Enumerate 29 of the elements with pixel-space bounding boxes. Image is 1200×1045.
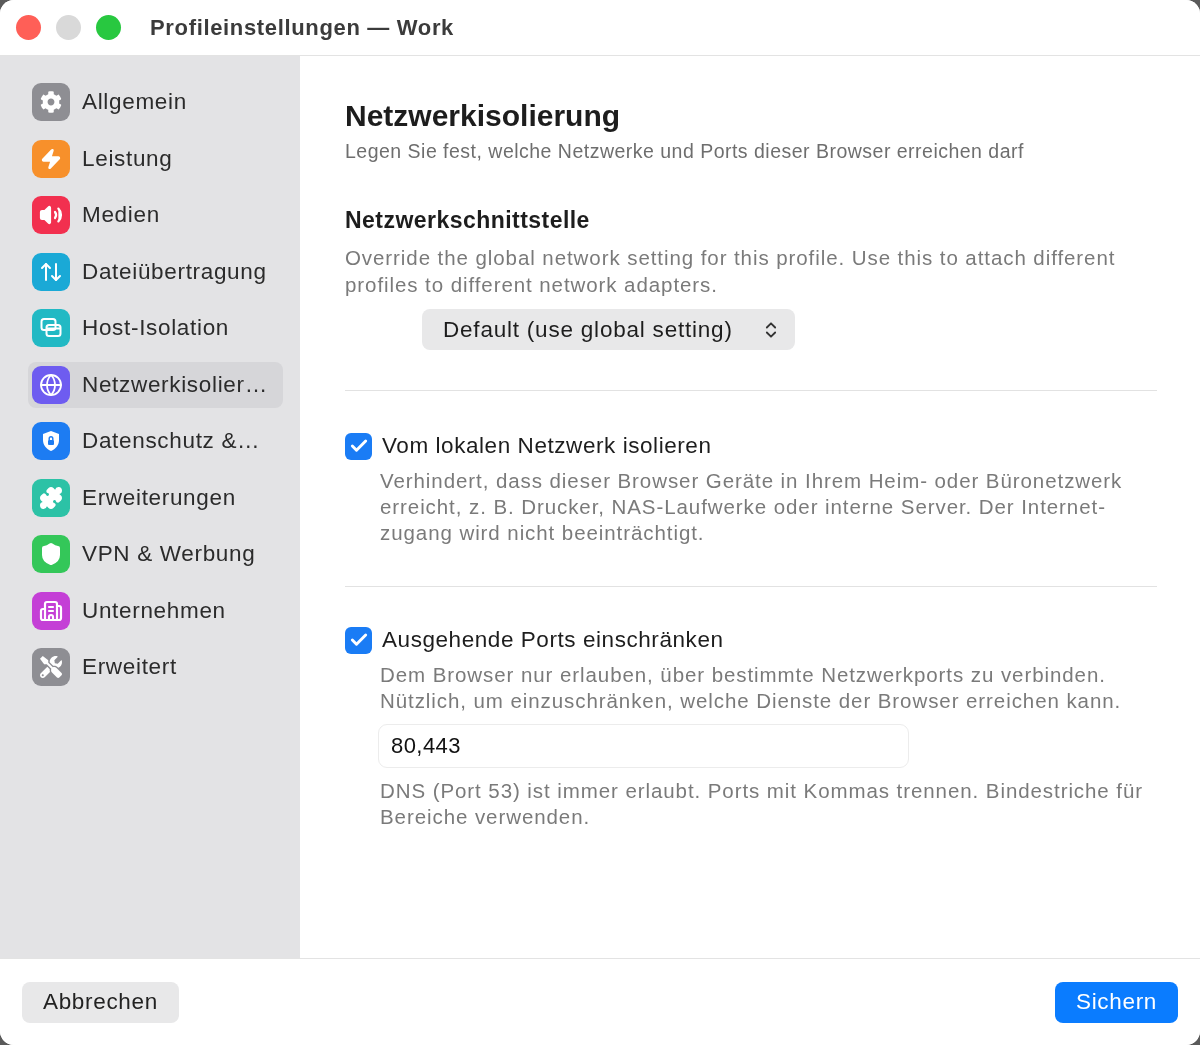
save-button[interactable]: Sichern [1055,981,1178,1023]
sidebar-item[interactable]: Allgemein [28,79,283,125]
checkbox[interactable] [345,432,372,460]
option-label: Vom lokalen Netzwerk isolieren [382,432,712,461]
option-description: Dem Browser nur erlauben, über bestimmte Netzwerkports zu verbinden. Nützlich, um einzuschränken, welche Dienste der Browser erreichen kann. [380,662,1123,714]
sidebar-item[interactable]: Unternehmen [28,587,283,634]
cancel-button[interactable]: Abbrechen [22,981,179,1023]
network-popup-button[interactable]: Default (use global setting) [422,309,795,350]
sidebar-item[interactable]: Medien [28,192,283,238]
option-description: Verhindert, dass dieser Browser Geräte in Ihrem Heim- oder Büronetzwerk erreicht, z. B. Drucker, NAS-Laufwerke oder interne Server. Der Internet-zugang wird nicht beeinträchtigt. [380,468,1124,546]
page-subtitle: Legen Sie fest, welche Netzwerke und Ports dieser Browser erreichen darf [345,139,1025,163]
page-title: Netzwerkisolierung [345,98,622,134]
sidebar-item[interactable]: Erweiterungen [28,474,283,521]
option-label: Ausgehende Ports einschränken [382,626,724,655]
window-title: Profileinstellungen — Work [150,14,454,42]
section-description: Override the global network setting for this profile. Use this to attach different profiles to different network adapters. [345,245,1117,298]
close-button[interactable] [16,15,41,40]
option-hint: DNS (Port 53) ist immer erlaubt. Ports mit Kommas trennen. Bindestriche für Bereiche verwenden. [380,778,1144,830]
section-heading: Netzwerkschnittstelle [345,206,591,234]
sidebar-item[interactable]: Leistung [28,135,283,182]
sidebar-item[interactable]: Netzwerkisolier… [28,361,283,408]
checkbox[interactable] [345,626,372,654]
sidebar-item[interactable]: Datenschutz &… [28,418,283,464]
sidebar-item[interactable]: Host-Isolation [28,305,283,351]
zoom-button[interactable] [96,15,121,40]
sidebar-item[interactable]: Dateiübertragung [28,248,283,295]
sidebar-item[interactable]: VPN & Werbung [28,531,283,577]
ports-input-field[interactable]: 80,443 [378,724,909,768]
sidebar-item[interactable]: Erweitert [28,644,283,690]
